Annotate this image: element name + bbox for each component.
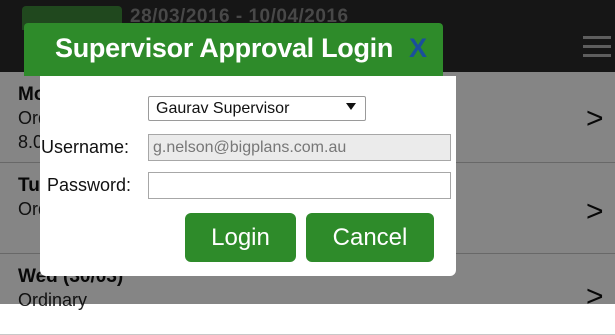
supervisor-select-value: Gaurav Supervisor [156, 100, 290, 117]
username-field[interactable] [148, 134, 451, 161]
supervisor-select[interactable]: Gaurav Supervisor [148, 96, 366, 121]
password-label: Password: [47, 175, 132, 195]
dropdown-arrow-icon [346, 103, 356, 110]
password-field[interactable] [148, 172, 451, 199]
cancel-button[interactable]: Cancel [306, 213, 434, 262]
dialog-header: Supervisor Approval Login X [24, 23, 443, 76]
dialog-body: Gaurav Supervisor Username: Password: Lo… [40, 76, 456, 276]
username-label: Username: [41, 137, 130, 157]
close-icon[interactable]: X [409, 33, 427, 64]
login-button[interactable]: Login [185, 213, 296, 262]
dialog-title: Supervisor Approval Login [55, 33, 394, 63]
